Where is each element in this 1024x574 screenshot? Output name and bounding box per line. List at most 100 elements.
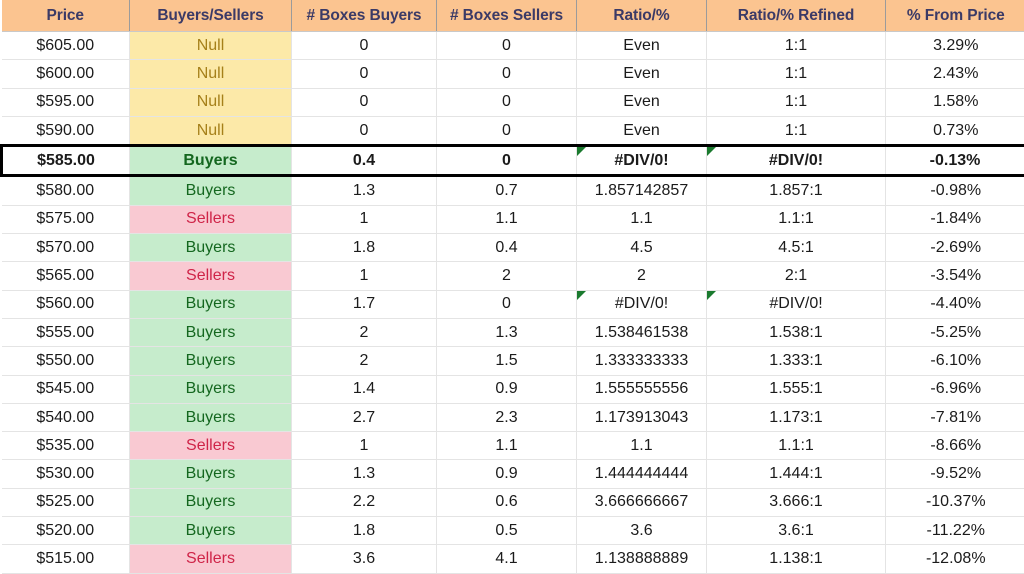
cell-price[interactable]: $600.00 <box>2 60 130 88</box>
cell-ratio-refined[interactable]: 1.1:1 <box>707 432 886 460</box>
cell-boxes-buyers[interactable]: 2.2 <box>292 488 437 516</box>
cell-ratio-refined[interactable]: 1.555:1 <box>707 375 886 403</box>
cell-price[interactable]: $595.00 <box>2 88 130 116</box>
cell-ratio[interactable]: Even <box>577 88 707 116</box>
cell-price[interactable]: $545.00 <box>2 375 130 403</box>
cell-price[interactable]: $540.00 <box>2 403 130 431</box>
cell-boxes-buyers[interactable]: 0 <box>292 32 437 60</box>
cell-ratio[interactable]: 1.1 <box>577 205 707 233</box>
cell-price[interactable]: $525.00 <box>2 488 130 516</box>
cell-boxes-sellers[interactable]: 2.3 <box>437 403 577 431</box>
cell-buyers-sellers[interactable]: Buyers <box>130 347 292 375</box>
table-row[interactable]: $550.00Buyers21.51.3333333331.333:1-6.10… <box>2 347 1024 375</box>
table-row[interactable]: $535.00Sellers11.11.11.1:1-8.66% <box>2 432 1024 460</box>
cell-pct-from-price[interactable]: -0.13% <box>886 146 1024 176</box>
table-row[interactable]: $580.00Buyers1.30.71.8571428571.857:1-0.… <box>2 176 1024 205</box>
cell-boxes-sellers[interactable]: 0.4 <box>437 234 577 262</box>
cell-ratio[interactable]: #DIV/0! <box>577 290 707 318</box>
cell-ratio-refined[interactable]: 1.1:1 <box>707 205 886 233</box>
column-header-price[interactable]: Price <box>2 0 130 32</box>
table-row[interactable]: $595.00Null00Even1:11.58% <box>2 88 1024 116</box>
cell-ratio-refined[interactable]: 3.666:1 <box>707 488 886 516</box>
cell-buyers-sellers[interactable]: Buyers <box>130 234 292 262</box>
cell-buyers-sellers[interactable]: Null <box>130 32 292 60</box>
cell-pct-from-price[interactable]: -11.22% <box>886 517 1024 545</box>
table-row[interactable]: $600.00Null00Even1:12.43% <box>2 60 1024 88</box>
cell-ratio-refined[interactable]: 3.6:1 <box>707 517 886 545</box>
cell-boxes-buyers[interactable]: 1.8 <box>292 234 437 262</box>
cell-buyers-sellers[interactable]: Null <box>130 60 292 88</box>
cell-pct-from-price[interactable]: 2.43% <box>886 60 1024 88</box>
cell-price[interactable]: $520.00 <box>2 517 130 545</box>
cell-ratio-refined[interactable]: 1:1 <box>707 60 886 88</box>
cell-price[interactable]: $515.00 <box>2 545 130 573</box>
table-row[interactable]: $540.00Buyers2.72.31.1739130431.173:1-7.… <box>2 403 1024 431</box>
column-header-boxes-buyers[interactable]: # Boxes Buyers <box>292 0 437 32</box>
cell-boxes-buyers[interactable]: 1.3 <box>292 460 437 488</box>
cell-pct-from-price[interactable]: 3.29% <box>886 32 1024 60</box>
cell-buyers-sellers[interactable]: Sellers <box>130 205 292 233</box>
cell-ratio[interactable]: 1.173913043 <box>577 403 707 431</box>
cell-buyers-sellers[interactable]: Null <box>130 116 292 145</box>
cell-buyers-sellers[interactable]: Buyers <box>130 176 292 205</box>
cell-pct-from-price[interactable]: -5.25% <box>886 318 1024 346</box>
cell-pct-from-price[interactable]: -7.81% <box>886 403 1024 431</box>
cell-ratio[interactable]: 1.138888889 <box>577 545 707 573</box>
cell-pct-from-price[interactable]: -8.66% <box>886 432 1024 460</box>
cell-ratio-refined[interactable]: 2:1 <box>707 262 886 290</box>
cell-boxes-sellers[interactable]: 0 <box>437 88 577 116</box>
cell-boxes-buyers[interactable]: 1.3 <box>292 176 437 205</box>
table-row[interactable]: $590.00Null00Even1:10.73% <box>2 116 1024 145</box>
cell-ratio[interactable]: 1.555555556 <box>577 375 707 403</box>
column-header-pct-from-price[interactable]: % From Price <box>886 0 1024 32</box>
cell-ratio[interactable]: Even <box>577 60 707 88</box>
cell-ratio[interactable]: 3.6 <box>577 517 707 545</box>
cell-buyers-sellers[interactable]: Buyers <box>130 375 292 403</box>
cell-boxes-sellers[interactable]: 1.5 <box>437 347 577 375</box>
cell-ratio-refined[interactable]: 1:1 <box>707 88 886 116</box>
cell-boxes-sellers[interactable]: 0 <box>437 32 577 60</box>
cell-ratio[interactable]: 3.666666667 <box>577 488 707 516</box>
cell-boxes-sellers[interactable]: 1.1 <box>437 432 577 460</box>
cell-pct-from-price[interactable]: 1.58% <box>886 88 1024 116</box>
cell-pct-from-price[interactable]: -12.08% <box>886 545 1024 573</box>
cell-ratio-refined[interactable]: 1.538:1 <box>707 318 886 346</box>
cell-ratio[interactable]: Even <box>577 116 707 145</box>
table-row[interactable]: $585.00Buyers0.40#DIV/0!#DIV/0!-0.13% <box>2 146 1024 176</box>
cell-price[interactable]: $590.00 <box>2 116 130 145</box>
cell-boxes-buyers[interactable]: 0 <box>292 60 437 88</box>
cell-ratio-refined[interactable]: 1.138:1 <box>707 545 886 573</box>
cell-boxes-buyers[interactable]: 2 <box>292 347 437 375</box>
cell-buyers-sellers[interactable]: Buyers <box>130 290 292 318</box>
cell-boxes-buyers[interactable]: 1 <box>292 262 437 290</box>
cell-boxes-sellers[interactable]: 0 <box>437 146 577 176</box>
cell-boxes-sellers[interactable]: 2 <box>437 262 577 290</box>
cell-ratio-refined[interactable]: 1:1 <box>707 116 886 145</box>
cell-ratio[interactable]: 1.444444444 <box>577 460 707 488</box>
column-header-boxes-sellers[interactable]: # Boxes Sellers <box>437 0 577 32</box>
cell-pct-from-price[interactable]: -6.10% <box>886 347 1024 375</box>
cell-boxes-sellers[interactable]: 1.1 <box>437 205 577 233</box>
table-row[interactable]: $555.00Buyers21.31.5384615381.538:1-5.25… <box>2 318 1024 346</box>
cell-boxes-buyers[interactable]: 1.7 <box>292 290 437 318</box>
cell-buyers-sellers[interactable]: Buyers <box>130 318 292 346</box>
cell-buyers-sellers[interactable]: Buyers <box>130 460 292 488</box>
cell-price[interactable]: $580.00 <box>2 176 130 205</box>
cell-buyers-sellers[interactable]: Sellers <box>130 262 292 290</box>
cell-price[interactable]: $585.00 <box>2 146 130 176</box>
cell-pct-from-price[interactable]: -4.40% <box>886 290 1024 318</box>
cell-buyers-sellers[interactable]: Buyers <box>130 517 292 545</box>
cell-ratio[interactable]: 4.5 <box>577 234 707 262</box>
cell-ratio-refined[interactable]: #DIV/0! <box>707 290 886 318</box>
table-row[interactable]: $545.00Buyers1.40.91.5555555561.555:1-6.… <box>2 375 1024 403</box>
cell-buyers-sellers[interactable]: Buyers <box>130 488 292 516</box>
cell-pct-from-price[interactable]: -1.84% <box>886 205 1024 233</box>
cell-ratio-refined[interactable]: 1:1 <box>707 32 886 60</box>
cell-pct-from-price[interactable]: 0.73% <box>886 116 1024 145</box>
cell-ratio[interactable]: 2 <box>577 262 707 290</box>
table-row[interactable]: $560.00Buyers1.70#DIV/0!#DIV/0!-4.40% <box>2 290 1024 318</box>
cell-buyers-sellers[interactable]: Sellers <box>130 432 292 460</box>
cell-ratio[interactable]: 1.333333333 <box>577 347 707 375</box>
cell-pct-from-price[interactable]: -0.98% <box>886 176 1024 205</box>
column-header-buyers-sellers[interactable]: Buyers/Sellers <box>130 0 292 32</box>
